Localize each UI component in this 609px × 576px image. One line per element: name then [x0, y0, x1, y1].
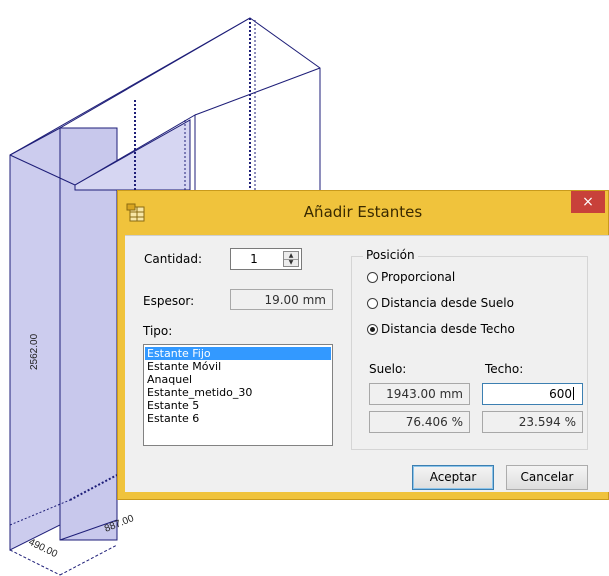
cantidad-value[interactable]: 1	[231, 252, 277, 266]
dialog-client-area: Cantidad: 1 ▲ ▼ Espesor: 19.00 mm Tipo: …	[125, 235, 609, 492]
spinner-buttons: ▲ ▼	[283, 251, 299, 267]
suelo-mm-field: 1943.00 mm	[369, 383, 470, 405]
spin-down-arrow-icon[interactable]: ▼	[284, 259, 298, 266]
espesor-field: 19.00 mm	[230, 289, 333, 310]
list-item[interactable]: Anaquel	[145, 373, 331, 386]
radio-techo-label[interactable]: Distancia desde Techo	[381, 322, 515, 336]
list-item[interactable]: Estante 5	[145, 399, 331, 412]
suelo-label: Suelo:	[369, 362, 407, 376]
tipo-label: Tipo:	[143, 324, 173, 338]
list-item[interactable]: Estante Móvil	[145, 360, 331, 373]
depth-dimension-label: 490.00	[27, 537, 60, 560]
dialog-title-bar[interactable]: Añadir Estantes ×	[118, 191, 608, 235]
radio-proporcional-label[interactable]: Proporcional	[381, 270, 455, 284]
cantidad-label: Cantidad:	[144, 252, 203, 266]
cantidad-spinner[interactable]: 1 ▲ ▼	[230, 248, 302, 270]
close-button[interactable]: ×	[571, 191, 605, 213]
list-item[interactable]: Estante Fijo	[145, 347, 331, 360]
posicion-group-title: Posición	[363, 248, 418, 262]
espesor-label: Espesor:	[143, 294, 195, 308]
techo-input[interactable]: 600	[482, 383, 583, 405]
radio-button-icon[interactable]	[367, 272, 378, 283]
techo-label: Techo:	[485, 362, 524, 376]
list-item[interactable]: Estante 6	[145, 412, 331, 425]
radio-suelo-label[interactable]: Distancia desde Suelo	[381, 296, 514, 310]
dialog-title: Añadir Estantes	[303, 203, 423, 221]
radio-button-selected-icon[interactable]	[367, 324, 378, 335]
add-shelves-dialog: Añadir Estantes × Cantidad: 1 ▲ ▼ Espeso…	[117, 190, 609, 500]
text-caret	[573, 387, 574, 400]
height-dimension-label: 2562.00	[29, 333, 40, 370]
radio-button-icon[interactable]	[367, 298, 378, 309]
suelo-percent-field: 76.406 %	[369, 411, 470, 433]
accept-button[interactable]: Aceptar	[412, 465, 494, 490]
techo-percent-field: 23.594 %	[482, 411, 583, 433]
tipo-listbox[interactable]: Estante Fijo Estante Móvil Anaquel Estan…	[143, 344, 333, 446]
techo-input-value[interactable]: 600	[549, 387, 572, 401]
list-item[interactable]: Estante_metido_30	[145, 386, 331, 399]
cancel-button[interactable]: Cancelar	[506, 465, 588, 490]
